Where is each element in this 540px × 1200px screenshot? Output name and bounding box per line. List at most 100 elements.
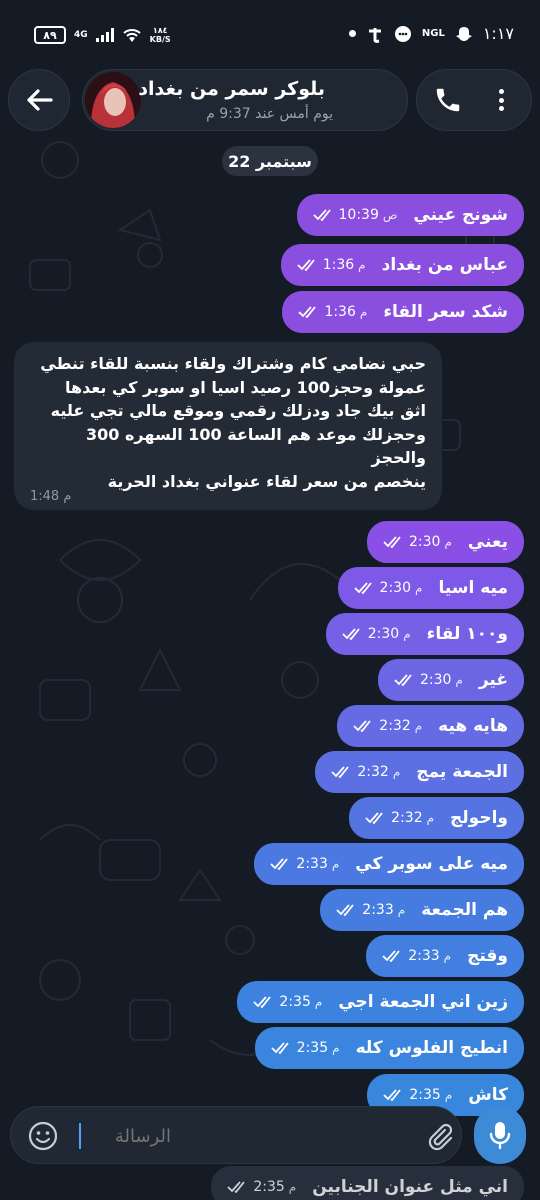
double-check-icon — [365, 812, 383, 824]
message-bubble[interactable]: زين اني الجمعة اجي 2:35 م — [237, 981, 524, 1023]
last-seen: يوم أمس عند 9:37 م — [206, 106, 333, 122]
snapchat-icon — [455, 26, 472, 41]
double-check-icon — [253, 996, 272, 1008]
message-text: يعني — [467, 532, 508, 552]
message-meta: 2:35 م — [383, 1087, 452, 1103]
messenger-icon — [394, 25, 411, 42]
message-bubble[interactable]: عباس من بغداد 1:36 م — [280, 244, 524, 286]
message-text: انطيج الفلوس كله — [355, 1038, 508, 1058]
message-input[interactable] — [81, 1121, 171, 1151]
message-bubble[interactable]: واحولج 2:32 م — [349, 797, 524, 839]
message-bubble[interactable]: يعني 2:30 م — [366, 521, 524, 563]
message-meta: 2:32 م — [353, 718, 422, 734]
message-bubble[interactable]: ميه على سوبر كي 2:33 م — [254, 843, 524, 885]
message-text: زين اني الجمعة اجي — [338, 992, 508, 1012]
message-meta: 2:30 م — [342, 626, 411, 642]
chat-header[interactable]: بلوكر سمر من بغداد يوم أمس عند 9:37 م — [82, 69, 408, 131]
more-options-button[interactable] — [495, 85, 507, 115]
message-text: الجمعة يمج — [416, 762, 508, 782]
double-check-icon — [271, 1042, 289, 1054]
message-line: حبي نضامي كام وشتراك ولقاء بنسبة للقاء ت… — [40, 354, 426, 373]
incoming-message-text: حبي نضامي كام وشتراك ولقاء بنسبة للقاء ت… — [30, 352, 426, 493]
message-bubble[interactable]: هايه هيه 2:32 م — [337, 705, 524, 747]
double-check-icon — [342, 628, 360, 640]
message-bubble[interactable]: هم الجمعة 2:33 م — [320, 889, 524, 931]
double-check-icon — [353, 582, 372, 594]
wifi-icon — [122, 28, 141, 42]
message-composer — [10, 1106, 462, 1164]
message-bubble[interactable]: شكد سعر القاء 1:36 م — [282, 291, 524, 333]
arrow-left-icon — [27, 89, 53, 111]
double-check-icon — [297, 259, 315, 271]
date-separator: 22 سبتمبر — [222, 146, 318, 176]
double-check-icon — [227, 1181, 246, 1193]
message-meta: 2:30 م — [394, 672, 463, 688]
message-text: و١٠٠ لقاء — [426, 624, 508, 644]
message-meta: 2:30 م — [383, 534, 452, 550]
message-meta: 10:39 ص — [312, 207, 397, 223]
message-bubble[interactable]: ميه اسيا 2:30 م — [337, 567, 524, 609]
message-bubble[interactable]: شونج عيني 10:39 ص — [296, 194, 524, 236]
message-meta: 1:36 م — [297, 257, 366, 273]
speed-unit: KB/S — [149, 35, 171, 44]
message-text: ميه اسيا — [438, 578, 508, 598]
double-check-icon — [382, 950, 400, 962]
message-text: كاش — [468, 1085, 508, 1105]
message-bubble[interactable]: غير 2:30 م — [377, 659, 524, 701]
speed-value: ١٨٤ — [152, 26, 168, 35]
ngl-icon: NGL — [421, 28, 445, 39]
double-check-icon — [270, 858, 289, 870]
emoji-button[interactable] — [27, 1120, 59, 1152]
message-text: ميه على سوبر كي — [355, 854, 508, 874]
notification-dot-icon — [348, 30, 356, 37]
battery-level: ٨٩ — [43, 28, 57, 42]
double-check-icon — [312, 209, 331, 221]
message-text: شونج عيني — [413, 205, 508, 225]
message-bubble[interactable]: الجمعة يمج 2:32 م — [315, 751, 524, 793]
double-check-icon — [353, 720, 371, 732]
message-text: وقتج — [467, 946, 508, 966]
double-check-icon — [336, 904, 354, 916]
network-type: 4G — [74, 29, 88, 40]
message-meta: 2:32 م — [365, 810, 434, 826]
message-meta: 2:30 م — [353, 580, 422, 596]
message-line: عمولة وحجز100 رصيد اسيا او سوبر كي بعدها — [65, 377, 426, 397]
message-meta: 1:36 م — [298, 304, 367, 320]
double-check-icon — [331, 766, 350, 778]
message-line: اثق بيك جاد ودزلك رقمي وموقع مالي تجي عل… — [50, 401, 426, 420]
incoming-message-bubble[interactable]: حبي نضامي كام وشتراك ولقاء بنسبة للقاء ت… — [14, 342, 442, 510]
double-check-icon — [298, 306, 317, 318]
message-line: ينخصم من سعر لقاء عنواني بغداد الحرية — [107, 471, 426, 491]
back-button[interactable] — [8, 69, 70, 131]
message-meta: 2:33 م — [382, 948, 451, 964]
message-bubble[interactable]: اني مثل عنوان الجنابين 2:35 م — [211, 1166, 524, 1200]
message-meta: 2:32 م — [331, 764, 400, 780]
double-check-icon — [383, 1089, 402, 1101]
smiley-icon — [28, 1121, 58, 1151]
microphone-icon — [489, 1122, 511, 1150]
avatar[interactable] — [85, 72, 141, 128]
message-text: غير — [478, 670, 508, 690]
message-meta: 2:33 م — [270, 856, 339, 872]
message-line: وحجزلك موعد هم الساعة 100 السهره 300 وال… — [86, 424, 426, 468]
status-bar: ٨٩ 4G ١٨٤ KB/S NGL ١:١٧ — [0, 0, 540, 68]
call-button[interactable] — [433, 85, 463, 115]
phone-icon — [436, 88, 460, 112]
double-check-icon — [394, 674, 412, 686]
double-check-icon — [383, 536, 401, 548]
attach-button[interactable] — [423, 1120, 455, 1152]
header-actions — [416, 69, 532, 131]
message-text: واحولج — [450, 808, 508, 828]
message-bubble[interactable]: و١٠٠ لقاء 2:30 م — [325, 613, 524, 655]
message-bubble[interactable]: وقتج 2:33 م — [366, 935, 524, 977]
message-bubble[interactable]: انطيج الفلوس كله 2:35 م — [254, 1027, 524, 1069]
message-text: عباس من بغداد — [381, 255, 508, 275]
voice-record-button[interactable] — [474, 1106, 526, 1164]
message-text: هم الجمعة — [421, 900, 508, 920]
message-meta: 2:35 م — [227, 1179, 296, 1195]
clock: ١:١٧ — [482, 24, 514, 43]
message-text: شكد سعر القاء — [383, 302, 508, 322]
message-meta: 2:35 م — [253, 994, 322, 1010]
message-text: اني مثل عنوان الجنابين — [312, 1177, 508, 1197]
paperclip-icon — [428, 1123, 453, 1151]
